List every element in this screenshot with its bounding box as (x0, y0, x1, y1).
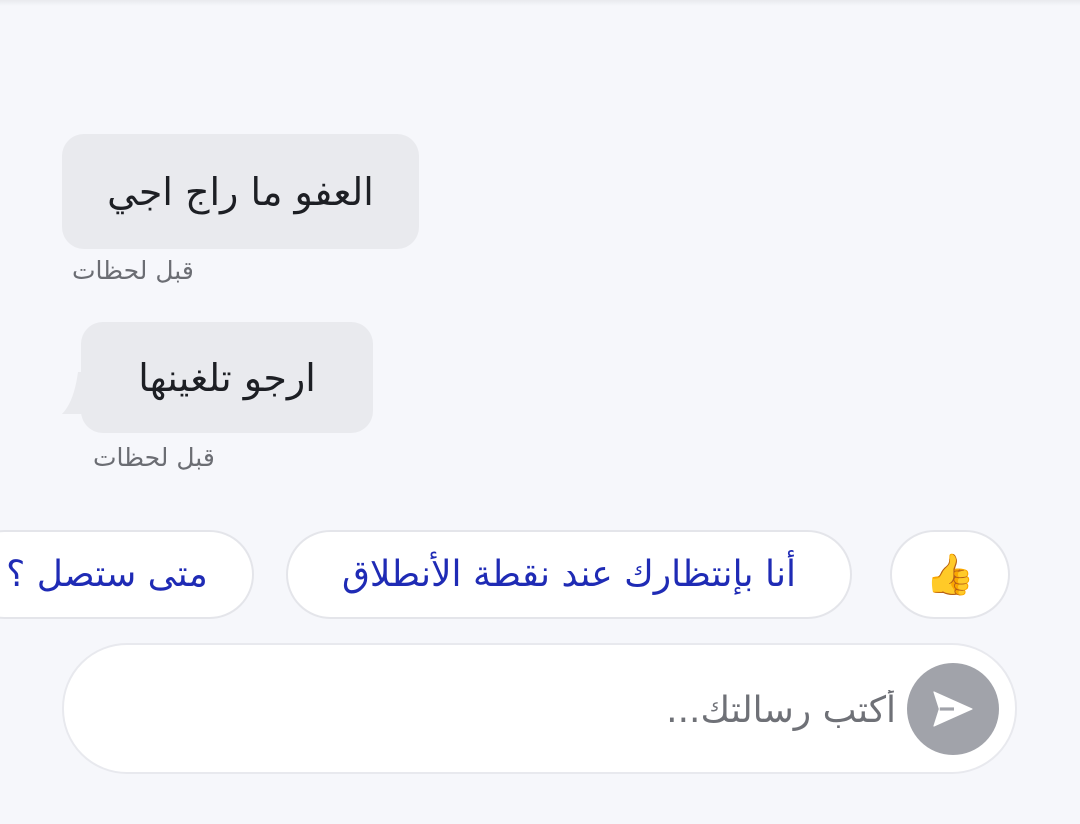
message-input[interactable] (104, 673, 898, 747)
message-timestamp: قبل لحظات (72, 256, 194, 285)
quick-reply-waiting[interactable]: أنا بإنتظارك عند نقطة الأنطلاق (286, 530, 852, 619)
message-text: ارجو تلغينها (138, 355, 316, 400)
top-divider (0, 0, 1080, 6)
message-text: العفو ما راج اجي (107, 169, 374, 214)
message-composer (62, 643, 1017, 774)
send-button[interactable] (907, 663, 999, 755)
thumbs-up-icon: 👍 (925, 551, 975, 598)
message-bubble: ارجو تلغينها (81, 322, 373, 433)
send-icon (933, 691, 973, 727)
quick-reply-eta[interactable]: متى ستصل ؟ (0, 530, 254, 619)
quick-reply-label: أنا بإنتظارك عند نقطة الأنطلاق (342, 554, 796, 595)
quick-reply-thumbs-up[interactable]: 👍 (890, 530, 1010, 619)
message-bubble: العفو ما راج اجي (62, 134, 419, 249)
message-timestamp: قبل لحظات (93, 443, 215, 472)
quick-reply-label: متى ستصل ؟ (6, 554, 208, 595)
